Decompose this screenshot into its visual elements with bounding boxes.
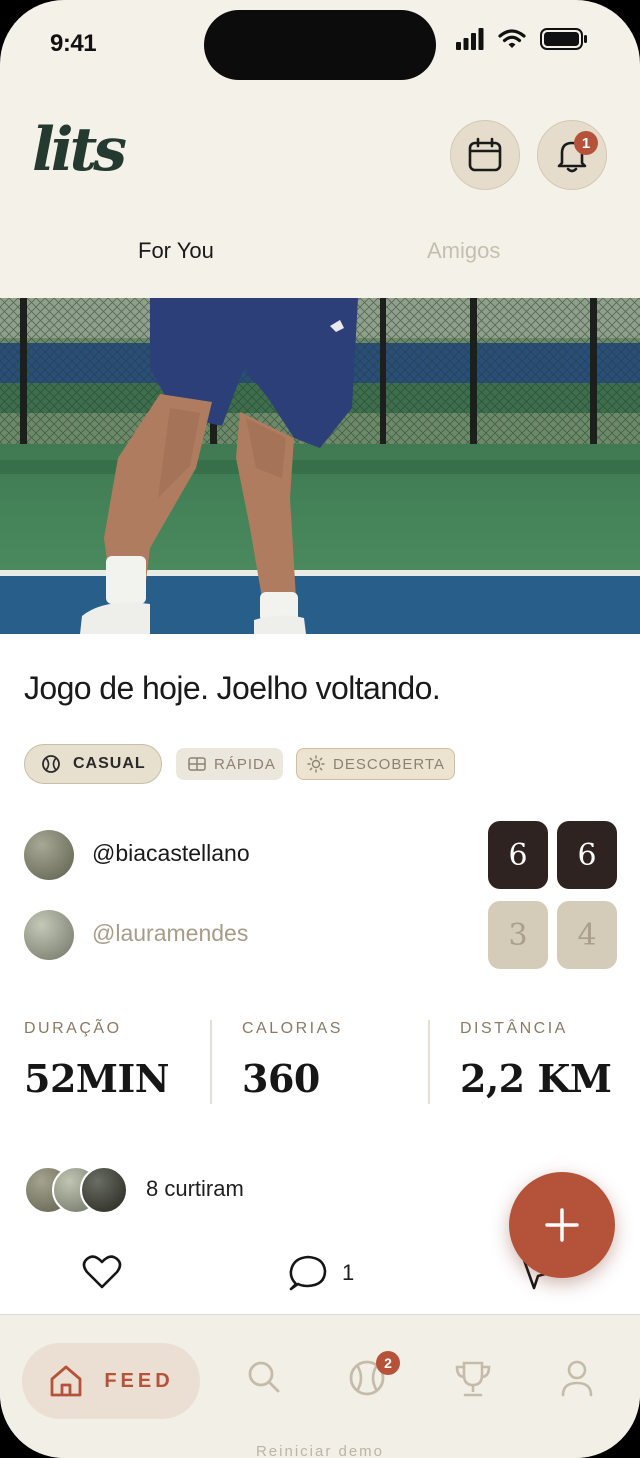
stat-duration: DURAÇÃO 52MIN xyxy=(24,1020,169,1101)
stat-value: 2,2 KM xyxy=(460,1056,612,1101)
sun-icon xyxy=(307,755,325,773)
stat-value: 360 xyxy=(242,1056,320,1101)
profile-icon xyxy=(561,1360,593,1397)
player-handle: @lauramendes xyxy=(92,920,249,946)
feed-tabs: For You Amigos xyxy=(0,228,640,278)
likers-summary[interactable]: 8 curtiram xyxy=(24,1166,324,1214)
comment-button[interactable]: 1 xyxy=(288,1254,354,1292)
grid-icon xyxy=(188,757,206,771)
reset-demo-link[interactable]: Reiniciar demo xyxy=(0,1443,640,1458)
bottom-nav: FEED 2 Reiniciar demo xyxy=(0,1314,640,1458)
plus-icon xyxy=(545,1208,579,1242)
nav-search[interactable] xyxy=(246,1359,282,1400)
comment-count: 1 xyxy=(342,1260,355,1285)
tag-casual-label: CASUAL xyxy=(73,755,146,772)
tab-for-you[interactable]: For You xyxy=(138,238,214,264)
trophy-icon xyxy=(455,1361,491,1397)
notification-badge: 1 xyxy=(574,131,598,155)
player-row-opponent[interactable]: @lauramendes xyxy=(24,910,444,960)
post-photo xyxy=(0,298,640,634)
nav-badge: 2 xyxy=(376,1351,400,1375)
nav-feed-label: FEED xyxy=(104,1369,174,1392)
nav-matches[interactable]: 2 xyxy=(348,1351,400,1402)
search-icon xyxy=(248,1361,280,1393)
home-icon xyxy=(50,1365,82,1397)
status-icons xyxy=(456,28,588,50)
stat-label: DISTÂNCIA xyxy=(460,1020,568,1037)
dynamic-island xyxy=(204,10,436,80)
player-row-winner[interactable]: @biacastellano xyxy=(24,830,444,880)
score-set-1: 6 xyxy=(488,821,548,889)
tag-descoberta[interactable]: DESCOBERTA xyxy=(296,748,455,780)
stat-divider xyxy=(210,1020,212,1104)
like-button[interactable] xyxy=(82,1254,122,1295)
stat-label: DURAÇÃO xyxy=(24,1020,122,1037)
score-set-2: 4 xyxy=(557,901,617,969)
tab-amigos[interactable]: Amigos xyxy=(427,238,500,264)
tag-rapida[interactable]: RÁPIDA xyxy=(176,748,283,780)
battery-icon xyxy=(540,28,587,50)
calendar-button[interactable] xyxy=(450,120,520,190)
app-logo: lits xyxy=(30,115,142,187)
avatar xyxy=(80,1166,128,1214)
tag-casual[interactable]: CASUAL xyxy=(24,744,162,784)
avatar xyxy=(24,910,74,960)
stat-divider xyxy=(428,1020,430,1104)
likes-count-text: 8 curtiram xyxy=(146,1176,244,1201)
avatar xyxy=(24,830,74,880)
stat-calories: CALORIAS 360 xyxy=(242,1020,343,1101)
stat-label: CALORIAS xyxy=(242,1020,343,1037)
calendar-icon xyxy=(468,137,502,172)
comment-icon xyxy=(289,1255,327,1291)
score-set-2: 6 xyxy=(557,821,617,889)
svg-text:lits: lits xyxy=(32,118,126,182)
nav-rankings[interactable] xyxy=(454,1359,492,1404)
post-title: Jogo de hoje. Joelho voltando. xyxy=(24,670,441,706)
cellular-signal-icon xyxy=(456,28,484,50)
wifi-icon xyxy=(498,29,526,48)
player-handle: @biacastellano xyxy=(92,840,250,866)
status-bar: 9:41 xyxy=(0,0,640,90)
tag-descoberta-label: DESCOBERTA xyxy=(333,755,445,773)
racket-icon xyxy=(42,755,60,773)
heart-icon xyxy=(82,1255,122,1289)
app-header: lits 1 xyxy=(0,100,640,220)
notifications-button[interactable]: 1 xyxy=(537,120,607,190)
score-set-1: 3 xyxy=(488,901,548,969)
create-post-button[interactable] xyxy=(509,1172,615,1278)
stat-distance: DISTÂNCIA 2,2 KM xyxy=(460,1020,612,1101)
nav-feed[interactable]: FEED xyxy=(22,1343,200,1419)
nav-profile[interactable] xyxy=(560,1359,594,1402)
phone-screen: 9:41 lits 1 For You Amigos Jogo de hoje.… xyxy=(0,0,640,1458)
tag-rapida-label: RÁPIDA xyxy=(214,755,276,773)
stat-value: 52MIN xyxy=(24,1056,169,1101)
status-time: 9:41 xyxy=(50,30,97,57)
